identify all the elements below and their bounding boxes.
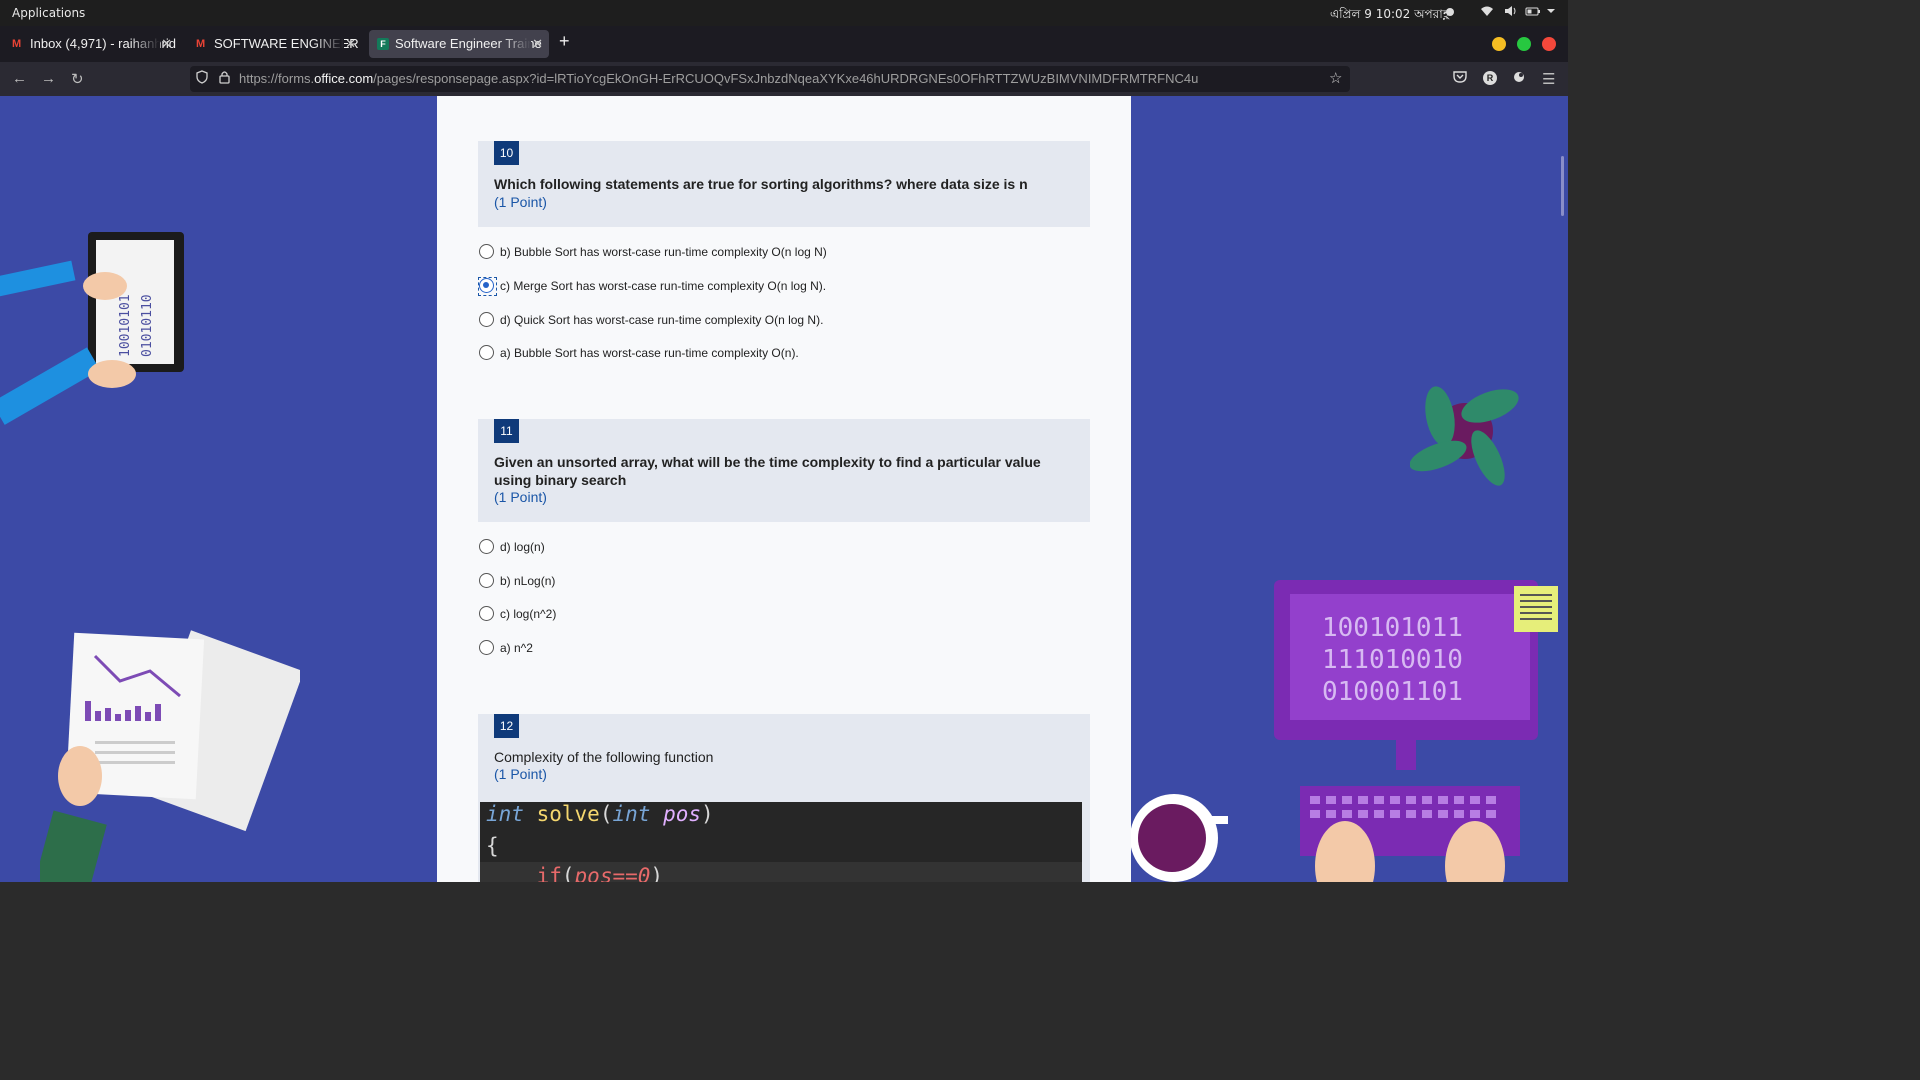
radio-button-selected[interactable] [478,277,497,296]
code-line-1: int solve(int pos) [486,802,714,826]
os-top-bar: Applications এপ্রিল 9 10:02 অপরাহ্ণ [0,0,1568,26]
battery-icon[interactable] [1525,5,1541,20]
browser-tab-strip: M Inbox (4,971) - raihanhrid ✕ M SOFTWAR… [0,26,1568,62]
page-viewport: 10010101 01010110 100101011 111010010 01… [0,96,1568,882]
option-label[interactable]: b) nLog(n) [500,573,555,589]
bookmark-star-icon[interactable]: ☆ [1329,69,1342,87]
radio-button[interactable] [479,312,494,327]
code-line-2: { [486,834,499,858]
gmail-icon: M [12,38,22,50]
question-points: (1 Point) [494,766,547,782]
question-number-badge: 11 [494,419,519,443]
tab-gmail-software-engineer[interactable]: M SOFTWARE ENGINEER TR ✕ [188,30,362,58]
question-11-header: 11 Given an unsorted array, what will be… [478,419,1090,522]
option-label[interactable]: a) Bubble Sort has worst-case run-time c… [500,345,799,361]
option-label[interactable]: d) log(n) [500,539,545,555]
applications-menu[interactable]: Applications [12,6,85,20]
option-label[interactable]: a) n^2 [500,640,533,656]
account-avatar-icon[interactable]: R [1483,71,1497,85]
wifi-icon[interactable] [1480,5,1494,20]
question-number-badge: 10 [494,141,519,165]
system-clock[interactable]: এপ্রিল 9 10:02 অপরাহ্ণ [1330,6,1449,26]
minimize-window-button[interactable] [1492,37,1506,51]
svg-text:010001101: 010001101 [1322,677,1463,707]
radio-button[interactable] [479,345,494,360]
status-dot-icon [1446,8,1454,16]
close-window-button[interactable] [1542,37,1556,51]
radio-button[interactable] [479,606,494,621]
question-number-badge: 12 [494,714,519,738]
address-bar[interactable]: https://forms.office.com/pages/responsep… [190,66,1350,92]
radio-button[interactable] [479,573,494,588]
tablet-hands-illustration: 10010101 01010110 [0,232,184,425]
browser-navigation-bar: ← → ↻ https://forms.office.com/pages/res… [0,62,1568,96]
hamburger-menu-icon[interactable]: ☰ [1542,70,1555,88]
question-title: Complexity of the following function [494,749,714,765]
gmail-icon: M [196,38,206,50]
question-points: (1 Point) [494,194,547,210]
tab-software-engineer-form[interactable]: F Software Engineer Traine ✕ [369,30,549,58]
leaf-decoration-illustration [1410,386,1519,486]
reload-icon[interactable]: ↻ [71,70,84,88]
pocket-icon[interactable] [1453,70,1467,86]
close-tab-icon[interactable]: ✕ [161,30,172,58]
option-label[interactable]: c) log(n^2) [500,606,556,622]
forms-icon: F [377,38,389,50]
question-title-line-1: Given an unsorted array, what will be th… [494,454,1041,470]
forward-arrow-icon[interactable]: → [41,70,56,87]
system-menu-chevron-icon[interactable] [1546,5,1556,20]
shield-icon[interactable] [196,70,208,87]
radio-button[interactable] [479,244,494,259]
close-tab-icon[interactable]: ✕ [532,30,543,58]
question-points: (1 Point) [494,489,547,505]
question-10-header: 10 Which following statements are true f… [478,141,1090,227]
radio-button[interactable] [479,640,494,655]
report-papers-illustration [40,630,300,882]
scrollbar-thumb[interactable] [1561,156,1564,216]
lock-icon[interactable] [219,70,230,87]
maximize-window-button[interactable] [1517,37,1531,51]
question-title: Which following statements are true for … [494,176,1028,192]
extension-icon[interactable] [1512,70,1526,87]
volume-icon[interactable] [1504,5,1518,20]
radio-button[interactable] [479,539,494,554]
url-text[interactable]: https://forms.office.com/pages/responsep… [239,71,1198,86]
back-arrow-icon[interactable]: ← [12,70,27,87]
svg-text:100101011: 100101011 [1322,613,1463,643]
form-card: 10 Which following statements are true f… [437,96,1131,882]
question-title-line-2: using binary search [494,472,627,488]
new-tab-plus-icon[interactable]: + [559,31,570,52]
page-scrollbar[interactable] [1558,96,1568,882]
svg-text:111010010: 111010010 [1322,645,1463,675]
option-label[interactable]: b) Bubble Sort has worst-case run-time c… [500,244,827,260]
option-label[interactable]: c) Merge Sort has worst-case run-time co… [500,278,826,294]
svg-text:01010110: 01010110 [140,294,155,357]
code-line-3: if(pos==0) [536,864,664,882]
tab-gmail-inbox[interactable]: M Inbox (4,971) - raihanhrid ✕ [4,30,178,58]
computer-binary-illustration: 100101011 111010010 010001101 [1130,580,1558,882]
svg-text:10010101: 10010101 [118,294,133,357]
option-label[interactable]: d) Quick Sort has worst-case run-time co… [500,312,823,328]
close-tab-icon[interactable]: ✕ [345,30,356,58]
code-snippet-image: int solve(int pos) { if(pos==0) [480,802,1082,882]
